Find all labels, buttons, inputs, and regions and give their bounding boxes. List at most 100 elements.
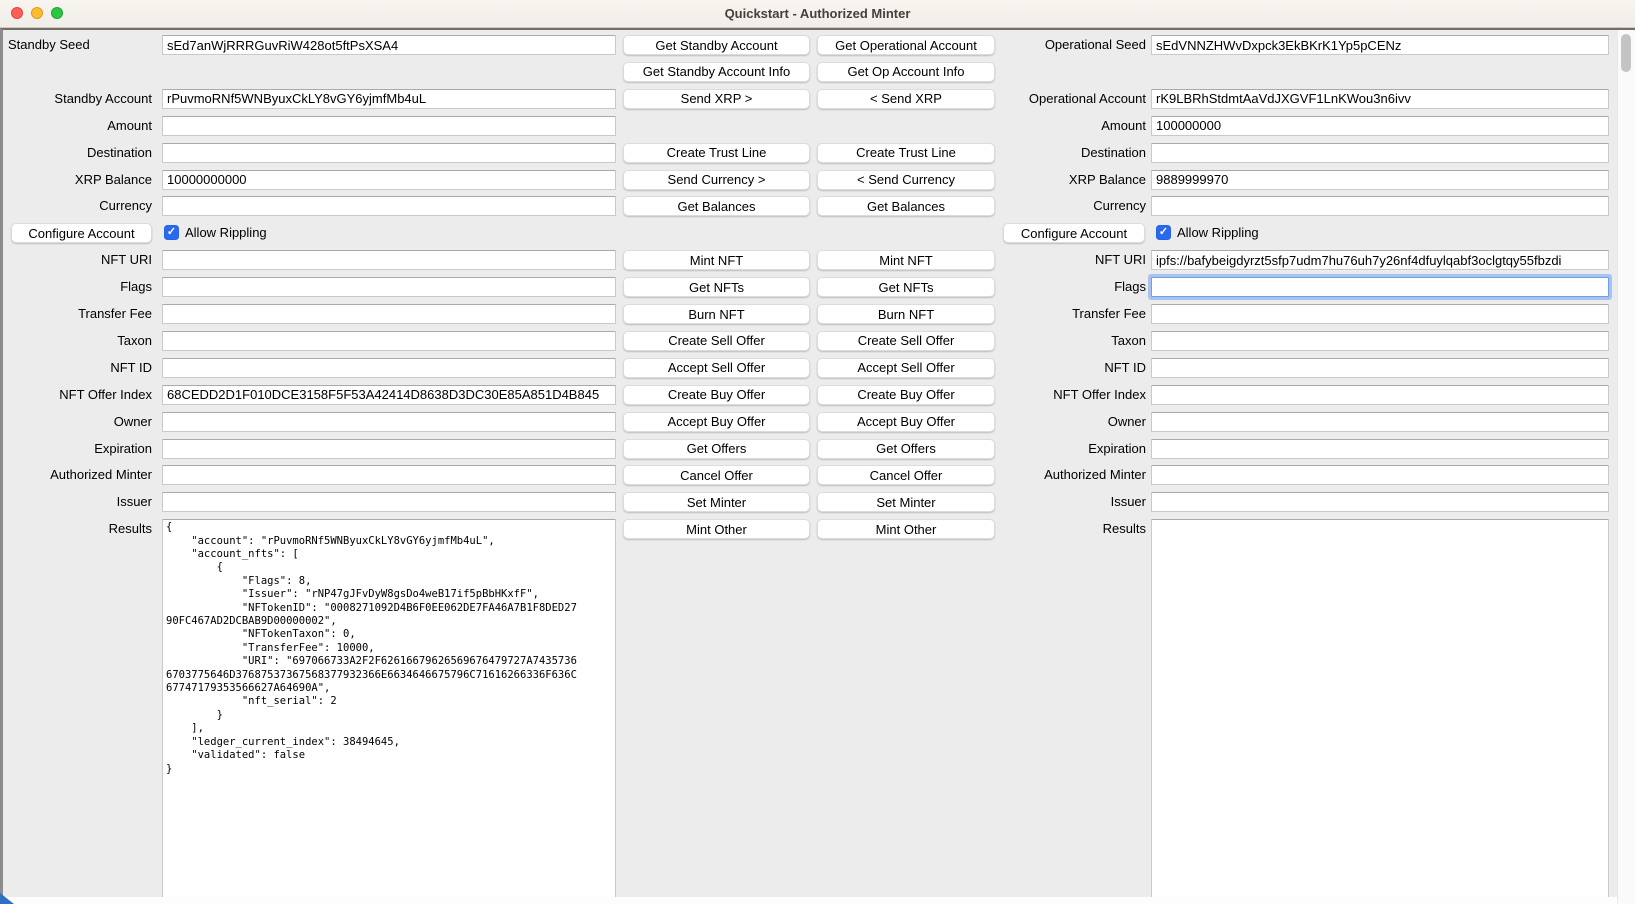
accept-buy-offer-operational-button[interactable]: Accept Buy Offer (817, 412, 995, 432)
standby-configure-account-button[interactable]: Configure Account (11, 223, 152, 243)
get-standby-account-button[interactable]: Get Standby Account (623, 35, 810, 55)
create-trust-line-operational-button[interactable]: Create Trust Line (817, 143, 995, 163)
standby-taxon-label: Taxon (8, 331, 152, 351)
send-currency-to-operational-button[interactable]: Send Currency > (623, 170, 810, 190)
mint-other-operational-button[interactable]: Mint Other (817, 519, 995, 539)
standby-expiration-input[interactable] (162, 439, 616, 459)
get-balances-standby-button[interactable]: Get Balances (623, 196, 810, 216)
close-button[interactable] (11, 7, 23, 19)
standby-transfer-fee-label: Transfer Fee (8, 304, 152, 324)
mint-nft-standby-button[interactable]: Mint NFT (623, 250, 810, 270)
send-xrp-to-operational-button[interactable]: Send XRP > (623, 89, 810, 109)
operational-taxon-input[interactable] (1151, 331, 1609, 351)
standby-flags-label: Flags (8, 277, 152, 297)
operational-issuer-input[interactable] (1151, 492, 1609, 512)
accept-sell-offer-standby-button[interactable]: Accept Sell Offer (623, 358, 810, 378)
standby-owner-input[interactable] (162, 412, 616, 432)
operational-currency-input[interactable] (1151, 196, 1609, 216)
accept-buy-offer-standby-button[interactable]: Accept Buy Offer (623, 412, 810, 432)
get-offers-operational-button[interactable]: Get Offers (817, 439, 995, 459)
operational-expiration-label: Expiration (1000, 439, 1146, 459)
standby-account-input[interactable] (162, 89, 616, 109)
standby-flags-input[interactable] (162, 277, 616, 297)
accept-sell-offer-operational-button[interactable]: Accept Sell Offer (817, 358, 995, 378)
operational-nft-id-label: NFT ID (1000, 358, 1146, 378)
operational-issuer-label: Issuer (1000, 492, 1146, 512)
standby-nft-id-label: NFT ID (8, 358, 152, 378)
cancel-offer-standby-button[interactable]: Cancel Offer (623, 465, 810, 485)
standby-owner-label: Owner (8, 412, 152, 432)
create-buy-offer-operational-button[interactable]: Create Buy Offer (817, 385, 995, 405)
standby-currency-input[interactable] (162, 196, 616, 216)
get-standby-account-info-button[interactable]: Get Standby Account Info (623, 62, 810, 82)
standby-amount-input[interactable] (162, 116, 616, 136)
operational-flags-label: Flags (1000, 277, 1146, 297)
get-balances-operational-button[interactable]: Get Balances (817, 196, 995, 216)
create-buy-offer-standby-button[interactable]: Create Buy Offer (623, 385, 810, 405)
operational-nft-id-input[interactable] (1151, 358, 1609, 378)
vertical-scrollbar-track[interactable] (1617, 30, 1635, 904)
operational-configure-account-button[interactable]: Configure Account (1003, 223, 1145, 243)
standby-xrp-balance-input[interactable] (162, 170, 616, 190)
operational-destination-input[interactable] (1151, 143, 1609, 163)
standby-currency-label: Currency (8, 196, 152, 216)
operational-taxon-label: Taxon (1000, 331, 1146, 351)
operational-nft-offer-index-label: NFT Offer Index (1000, 385, 1146, 405)
standby-results-textarea[interactable]: { "account": "rPuvmoRNf5WNByuxCkLY8vGY6y… (162, 519, 616, 898)
operational-transfer-fee-input[interactable] (1151, 304, 1609, 324)
get-nfts-standby-button[interactable]: Get NFTs (623, 277, 810, 297)
set-minter-standby-button[interactable]: Set Minter (623, 492, 810, 512)
standby-seed-input[interactable] (162, 35, 616, 55)
send-currency-to-standby-button[interactable]: < Send Currency (817, 170, 995, 190)
get-operational-account-button[interactable]: Get Operational Account (817, 35, 995, 55)
operational-xrp-balance-input[interactable] (1151, 170, 1609, 190)
operational-account-label: Operational Account (1000, 89, 1146, 109)
burn-nft-standby-button[interactable]: Burn NFT (623, 304, 810, 324)
operational-allow-rippling-label: Allow Rippling (1177, 223, 1259, 243)
standby-nft-uri-input[interactable] (162, 250, 616, 270)
window-title: Quickstart - Authorized Minter (0, 0, 1635, 27)
operational-results-textarea[interactable] (1151, 519, 1609, 898)
set-minter-operational-button[interactable]: Set Minter (817, 492, 995, 512)
horizontal-scrollbar-track[interactable] (3, 897, 1635, 904)
create-sell-offer-operational-button[interactable]: Create Sell Offer (817, 331, 995, 351)
operational-results-label: Results (1000, 519, 1146, 539)
mint-nft-operational-button[interactable]: Mint NFT (817, 250, 995, 270)
operational-nft-offer-index-input[interactable] (1151, 385, 1609, 405)
operational-nft-uri-label: NFT URI (1000, 250, 1146, 270)
create-sell-offer-standby-button[interactable]: Create Sell Offer (623, 331, 810, 351)
mint-other-standby-button[interactable]: Mint Other (623, 519, 810, 539)
operational-amount-label: Amount (1000, 116, 1146, 136)
standby-nft-id-input[interactable] (162, 358, 616, 378)
cancel-offer-operational-button[interactable]: Cancel Offer (817, 465, 995, 485)
main-content: Standby Seed Standby Account Amount Dest… (0, 28, 1635, 904)
zoom-button[interactable] (51, 7, 63, 19)
create-trust-line-standby-button[interactable]: Create Trust Line (623, 143, 810, 163)
get-nfts-operational-button[interactable]: Get NFTs (817, 277, 995, 297)
operational-authorized-minter-input[interactable] (1151, 465, 1609, 485)
burn-nft-operational-button[interactable]: Burn NFT (817, 304, 995, 324)
operational-flags-input[interactable] (1151, 277, 1609, 297)
operational-allow-rippling-checkbox[interactable]: ✓ (1156, 225, 1171, 240)
operational-destination-label: Destination (1000, 143, 1146, 163)
standby-issuer-input[interactable] (162, 492, 616, 512)
operational-account-input[interactable] (1151, 89, 1609, 109)
operational-amount-input[interactable] (1151, 116, 1609, 136)
standby-authorized-minter-input[interactable] (162, 465, 616, 485)
vertical-scrollbar-thumb[interactable] (1621, 34, 1631, 72)
operational-nft-uri-input[interactable] (1151, 250, 1609, 270)
standby-allow-rippling-checkbox[interactable]: ✓ (164, 225, 179, 240)
standby-destination-input[interactable] (162, 143, 616, 163)
operational-owner-input[interactable] (1151, 412, 1609, 432)
standby-results-label: Results (8, 519, 152, 539)
get-offers-standby-button[interactable]: Get Offers (623, 439, 810, 459)
operational-seed-input[interactable] (1151, 35, 1609, 55)
standby-taxon-input[interactable] (162, 331, 616, 351)
standby-nft-offer-index-input[interactable] (162, 385, 616, 405)
standby-transfer-fee-input[interactable] (162, 304, 616, 324)
send-xrp-to-standby-button[interactable]: < Send XRP (817, 89, 995, 109)
operational-authorized-minter-label: Authorized Minter (1000, 465, 1146, 485)
operational-expiration-input[interactable] (1151, 439, 1609, 459)
get-op-account-info-button[interactable]: Get Op Account Info (817, 62, 995, 82)
minimize-button[interactable] (31, 7, 43, 19)
